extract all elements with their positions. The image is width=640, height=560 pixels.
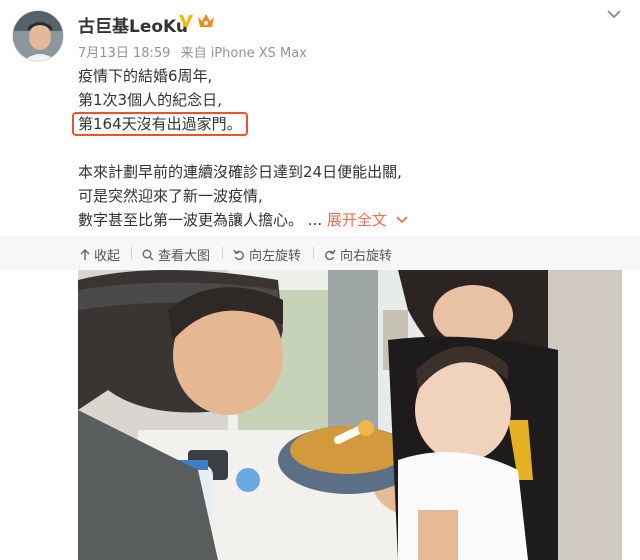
rotate-left-button[interactable]: 向左旋转: [233, 245, 301, 264]
rotate-right-label: 向右旋转: [340, 249, 393, 264]
avatar[interactable]: [12, 10, 64, 62]
vip-crown-icon[interactable]: [196, 12, 216, 30]
post-line: 疫情下的結婚6周年,: [78, 67, 213, 85]
post-line: 可是突然迎來了新一波疫情,: [78, 187, 263, 205]
post-line-text: 數字甚至比第一波更為讓人擔心。: [78, 211, 304, 229]
view-large-label: 查看大图: [158, 249, 211, 264]
chevron-down-icon: [396, 216, 408, 224]
post-text: 疫情下的結婚6周年, 第1次3個人的紀念日, 第164天沒有出過家門。 本來計劃…: [72, 64, 618, 232]
verified-v-icon: [179, 15, 193, 27]
view-large-image-button[interactable]: 查看大图: [142, 245, 210, 264]
rotate-left-icon: [233, 249, 244, 260]
post-photo[interactable]: [78, 270, 622, 560]
rotate-right-button[interactable]: 向右旋转: [324, 245, 392, 264]
post-source: 来自 iPhone XS Max: [180, 46, 307, 61]
post-line: 第1次3個人的紀念日,: [78, 91, 222, 109]
timestamp[interactable]: 7月13日 18:59: [78, 46, 170, 61]
ellipsis: ...: [307, 211, 323, 229]
collapse-button[interactable]: 收起: [80, 245, 120, 264]
chevron-down-icon[interactable]: [606, 8, 622, 20]
post-meta: 7月13日 18:59 来自 iPhone XS Max: [78, 42, 313, 61]
arrow-up-icon: [80, 248, 90, 260]
rotate-right-icon: [325, 249, 336, 260]
post-line-highlighted: 第164天沒有出過家門。: [72, 112, 618, 136]
post-line: 本來計劃早前的連續沒確診日達到24日便能出關,: [78, 163, 402, 181]
username[interactable]: 古巨基LeoKu: [78, 12, 188, 37]
image-toolbar: 收起 查看大图 向左旋转 向右旋转: [0, 236, 640, 270]
highlight-box: 第164天沒有出過家門。: [72, 112, 248, 136]
collapse-label: 收起: [94, 249, 121, 264]
expand-full-text-link[interactable]: 展开全文: [327, 211, 408, 229]
rotate-left-label: 向左旋转: [249, 249, 302, 264]
post-line: 數字甚至比第一波更為讓人擔心。 ... 展开全文: [78, 208, 618, 232]
expand-label: 展开全文: [326, 211, 387, 229]
magnifier-icon: [142, 249, 154, 260]
